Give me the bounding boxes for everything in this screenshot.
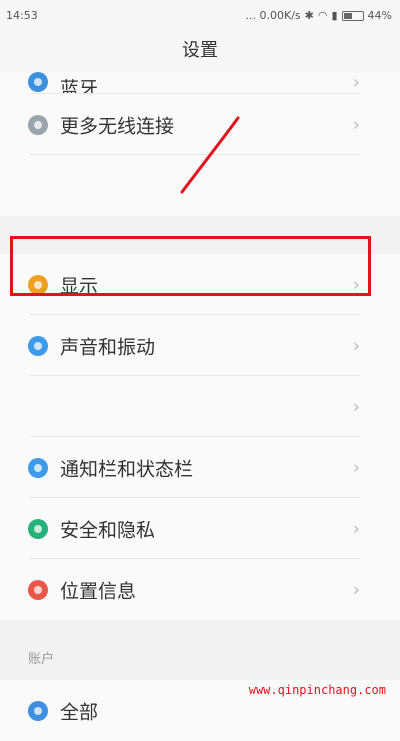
watermark: www.qinpinchang.com: [248, 683, 386, 697]
annotation-arrow-icon: [180, 116, 240, 194]
